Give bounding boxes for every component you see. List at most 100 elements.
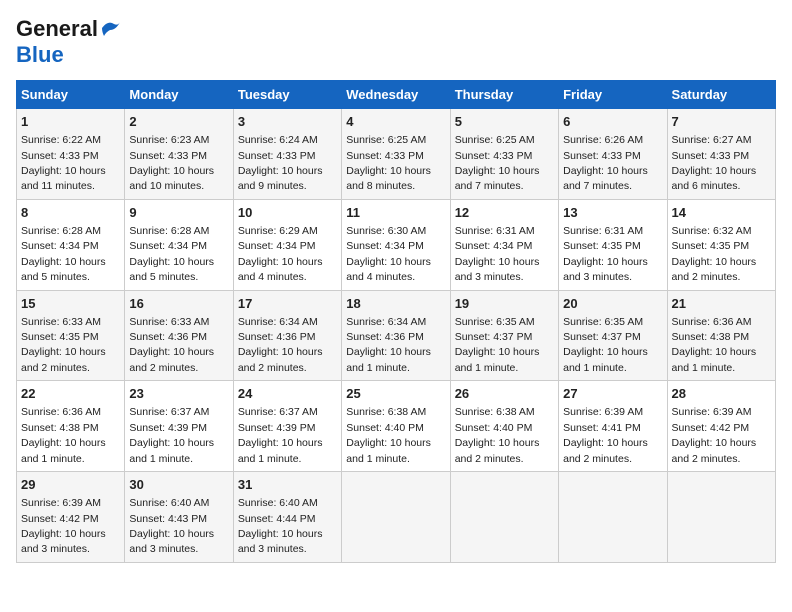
day-number: 24 bbox=[238, 385, 337, 403]
sunrise-info: Sunrise: 6:39 AMSunset: 4:42 PMDaylight:… bbox=[21, 497, 106, 555]
day-of-week-header: Sunday bbox=[17, 81, 125, 109]
calendar-table: SundayMondayTuesdayWednesdayThursdayFrid… bbox=[16, 80, 776, 563]
calendar-week-row: 15 Sunrise: 6:33 AMSunset: 4:35 PMDayligh… bbox=[17, 290, 776, 381]
sunrise-info: Sunrise: 6:38 AMSunset: 4:40 PMDaylight:… bbox=[346, 406, 431, 464]
sunrise-info: Sunrise: 6:33 AMSunset: 4:36 PMDaylight:… bbox=[129, 316, 214, 374]
sunrise-info: Sunrise: 6:23 AMSunset: 4:33 PMDaylight:… bbox=[129, 134, 214, 192]
day-number: 1 bbox=[21, 113, 120, 131]
sunrise-info: Sunrise: 6:25 AMSunset: 4:33 PMDaylight:… bbox=[346, 134, 431, 192]
calendar-day-cell: 6 Sunrise: 6:26 AMSunset: 4:33 PMDaylight… bbox=[559, 109, 667, 200]
sunrise-info: Sunrise: 6:36 AMSunset: 4:38 PMDaylight:… bbox=[672, 316, 757, 374]
logo-bird-icon bbox=[100, 18, 122, 38]
sunrise-info: Sunrise: 6:37 AMSunset: 4:39 PMDaylight:… bbox=[129, 406, 214, 464]
calendar-day-cell: 16 Sunrise: 6:33 AMSunset: 4:36 PMDayligh… bbox=[125, 290, 233, 381]
calendar-day-cell: 13 Sunrise: 6:31 AMSunset: 4:35 PMDayligh… bbox=[559, 199, 667, 290]
day-number: 23 bbox=[129, 385, 228, 403]
calendar-day-cell: 7Sunrise: 6:27 AMSunset: 4:33 PMDaylight… bbox=[667, 109, 775, 200]
day-number: 12 bbox=[455, 204, 554, 222]
day-number: 3 bbox=[238, 113, 337, 131]
calendar-day-cell: 30Sunrise: 6:40 AMSunset: 4:43 PMDayligh… bbox=[125, 472, 233, 563]
day-number: 29 bbox=[21, 476, 120, 494]
sunrise-info: Sunrise: 6:40 AMSunset: 4:43 PMDaylight:… bbox=[129, 497, 214, 555]
day-number: 8 bbox=[21, 204, 120, 222]
calendar-day-cell: 27Sunrise: 6:39 AMSunset: 4:41 PMDayligh… bbox=[559, 381, 667, 472]
day-number: 31 bbox=[238, 476, 337, 494]
calendar-week-row: 29 Sunrise: 6:39 AMSunset: 4:42 PMDayligh… bbox=[17, 472, 776, 563]
sunrise-info: Sunrise: 6:31 AMSunset: 4:34 PMDaylight:… bbox=[455, 225, 540, 283]
calendar-day-cell: 25 Sunrise: 6:38 AMSunset: 4:40 PMDayligh… bbox=[342, 381, 450, 472]
calendar-day-cell bbox=[559, 472, 667, 563]
day-number: 15 bbox=[21, 295, 120, 313]
day-number: 25 bbox=[346, 385, 445, 403]
day-number: 28 bbox=[672, 385, 771, 403]
calendar-day-cell: 12 Sunrise: 6:31 AMSunset: 4:34 PMDayligh… bbox=[450, 199, 558, 290]
calendar-week-row: 8 Sunrise: 6:28 AMSunset: 4:34 PMDaylight… bbox=[17, 199, 776, 290]
sunrise-info: Sunrise: 6:39 AMSunset: 4:41 PMDaylight:… bbox=[563, 406, 648, 464]
logo: General Blue bbox=[16, 16, 122, 68]
calendar-day-cell: 15 Sunrise: 6:33 AMSunset: 4:35 PMDayligh… bbox=[17, 290, 125, 381]
day-number: 14 bbox=[672, 204, 771, 222]
day-number: 22 bbox=[21, 385, 120, 403]
day-of-week-header: Tuesday bbox=[233, 81, 341, 109]
calendar-day-cell: 29 Sunrise: 6:39 AMSunset: 4:42 PMDayligh… bbox=[17, 472, 125, 563]
day-of-week-header: Friday bbox=[559, 81, 667, 109]
sunrise-info: Sunrise: 6:35 AMSunset: 4:37 PMDaylight:… bbox=[563, 316, 648, 374]
sunrise-info: Sunrise: 6:26 AMSunset: 4:33 PMDaylight:… bbox=[563, 134, 648, 192]
sunrise-info: Sunrise: 6:39 AMSunset: 4:42 PMDaylight:… bbox=[672, 406, 757, 464]
calendar-day-cell: 18Sunrise: 6:34 AMSunset: 4:36 PMDayligh… bbox=[342, 290, 450, 381]
day-number: 26 bbox=[455, 385, 554, 403]
sunrise-info: Sunrise: 6:25 AMSunset: 4:33 PMDaylight:… bbox=[455, 134, 540, 192]
page-header: General Blue bbox=[16, 16, 776, 68]
calendar-day-cell: 22Sunrise: 6:36 AMSunset: 4:38 PMDayligh… bbox=[17, 381, 125, 472]
day-number: 10 bbox=[238, 204, 337, 222]
calendar-day-cell: 5 Sunrise: 6:25 AMSunset: 4:33 PMDaylight… bbox=[450, 109, 558, 200]
day-number: 13 bbox=[563, 204, 662, 222]
calendar-day-cell bbox=[667, 472, 775, 563]
day-number: 17 bbox=[238, 295, 337, 313]
calendar-day-cell: 11Sunrise: 6:30 AMSunset: 4:34 PMDayligh… bbox=[342, 199, 450, 290]
sunrise-info: Sunrise: 6:24 AMSunset: 4:33 PMDaylight:… bbox=[238, 134, 323, 192]
day-number: 20 bbox=[563, 295, 662, 313]
calendar-day-cell: 4 Sunrise: 6:25 AMSunset: 4:33 PMDaylight… bbox=[342, 109, 450, 200]
sunrise-info: Sunrise: 6:34 AMSunset: 4:36 PMDaylight:… bbox=[238, 316, 323, 374]
calendar-day-cell: 9Sunrise: 6:28 AMSunset: 4:34 PMDaylight… bbox=[125, 199, 233, 290]
sunrise-info: Sunrise: 6:33 AMSunset: 4:35 PMDaylight:… bbox=[21, 316, 106, 374]
calendar-day-cell: 17 Sunrise: 6:34 AMSunset: 4:36 PMDayligh… bbox=[233, 290, 341, 381]
day-of-week-header: Saturday bbox=[667, 81, 775, 109]
sunrise-info: Sunrise: 6:34 AMSunset: 4:36 PMDaylight:… bbox=[346, 316, 431, 374]
sunrise-info: Sunrise: 6:38 AMSunset: 4:40 PMDaylight:… bbox=[455, 406, 540, 464]
calendar-day-cell: 28 Sunrise: 6:39 AMSunset: 4:42 PMDayligh… bbox=[667, 381, 775, 472]
day-of-week-header: Thursday bbox=[450, 81, 558, 109]
calendar-day-cell: 21Sunrise: 6:36 AMSunset: 4:38 PMDayligh… bbox=[667, 290, 775, 381]
calendar-day-cell: 14 Sunrise: 6:32 AMSunset: 4:35 PMDayligh… bbox=[667, 199, 775, 290]
sunrise-info: Sunrise: 6:40 AMSunset: 4:44 PMDaylight:… bbox=[238, 497, 323, 555]
sunrise-info: Sunrise: 6:32 AMSunset: 4:35 PMDaylight:… bbox=[672, 225, 757, 283]
day-number: 4 bbox=[346, 113, 445, 131]
calendar-day-cell: 3 Sunrise: 6:24 AMSunset: 4:33 PMDaylight… bbox=[233, 109, 341, 200]
day-number: 5 bbox=[455, 113, 554, 131]
calendar-week-row: 1 Sunrise: 6:22 AMSunset: 4:33 PMDaylight… bbox=[17, 109, 776, 200]
day-of-week-header: Monday bbox=[125, 81, 233, 109]
sunrise-info: Sunrise: 6:22 AMSunset: 4:33 PMDaylight:… bbox=[21, 134, 106, 192]
sunrise-info: Sunrise: 6:37 AMSunset: 4:39 PMDaylight:… bbox=[238, 406, 323, 464]
calendar-day-cell: 23 Sunrise: 6:37 AMSunset: 4:39 PMDayligh… bbox=[125, 381, 233, 472]
calendar-day-cell: 2 Sunrise: 6:23 AMSunset: 4:33 PMDaylight… bbox=[125, 109, 233, 200]
calendar-day-cell: 1 Sunrise: 6:22 AMSunset: 4:33 PMDaylight… bbox=[17, 109, 125, 200]
sunrise-info: Sunrise: 6:30 AMSunset: 4:34 PMDaylight:… bbox=[346, 225, 431, 283]
calendar-day-cell: 26 Sunrise: 6:38 AMSunset: 4:40 PMDayligh… bbox=[450, 381, 558, 472]
sunrise-info: Sunrise: 6:29 AMSunset: 4:34 PMDaylight:… bbox=[238, 225, 323, 283]
calendar-day-cell: 19Sunrise: 6:35 AMSunset: 4:37 PMDayligh… bbox=[450, 290, 558, 381]
day-number: 16 bbox=[129, 295, 228, 313]
day-number: 7 bbox=[672, 113, 771, 131]
logo-text-blue: Blue bbox=[16, 42, 64, 67]
sunrise-info: Sunrise: 6:31 AMSunset: 4:35 PMDaylight:… bbox=[563, 225, 648, 283]
day-number: 6 bbox=[563, 113, 662, 131]
day-number: 19 bbox=[455, 295, 554, 313]
calendar-day-cell: 10 Sunrise: 6:29 AMSunset: 4:34 PMDayligh… bbox=[233, 199, 341, 290]
calendar-header-row: SundayMondayTuesdayWednesdayThursdayFrid… bbox=[17, 81, 776, 109]
sunrise-info: Sunrise: 6:28 AMSunset: 4:34 PMDaylight:… bbox=[129, 225, 214, 283]
calendar-day-cell: 31 Sunrise: 6:40 AMSunset: 4:44 PMDayligh… bbox=[233, 472, 341, 563]
day-number: 2 bbox=[129, 113, 228, 131]
calendar-day-cell: 20 Sunrise: 6:35 AMSunset: 4:37 PMDayligh… bbox=[559, 290, 667, 381]
calendar-week-row: 22Sunrise: 6:36 AMSunset: 4:38 PMDayligh… bbox=[17, 381, 776, 472]
